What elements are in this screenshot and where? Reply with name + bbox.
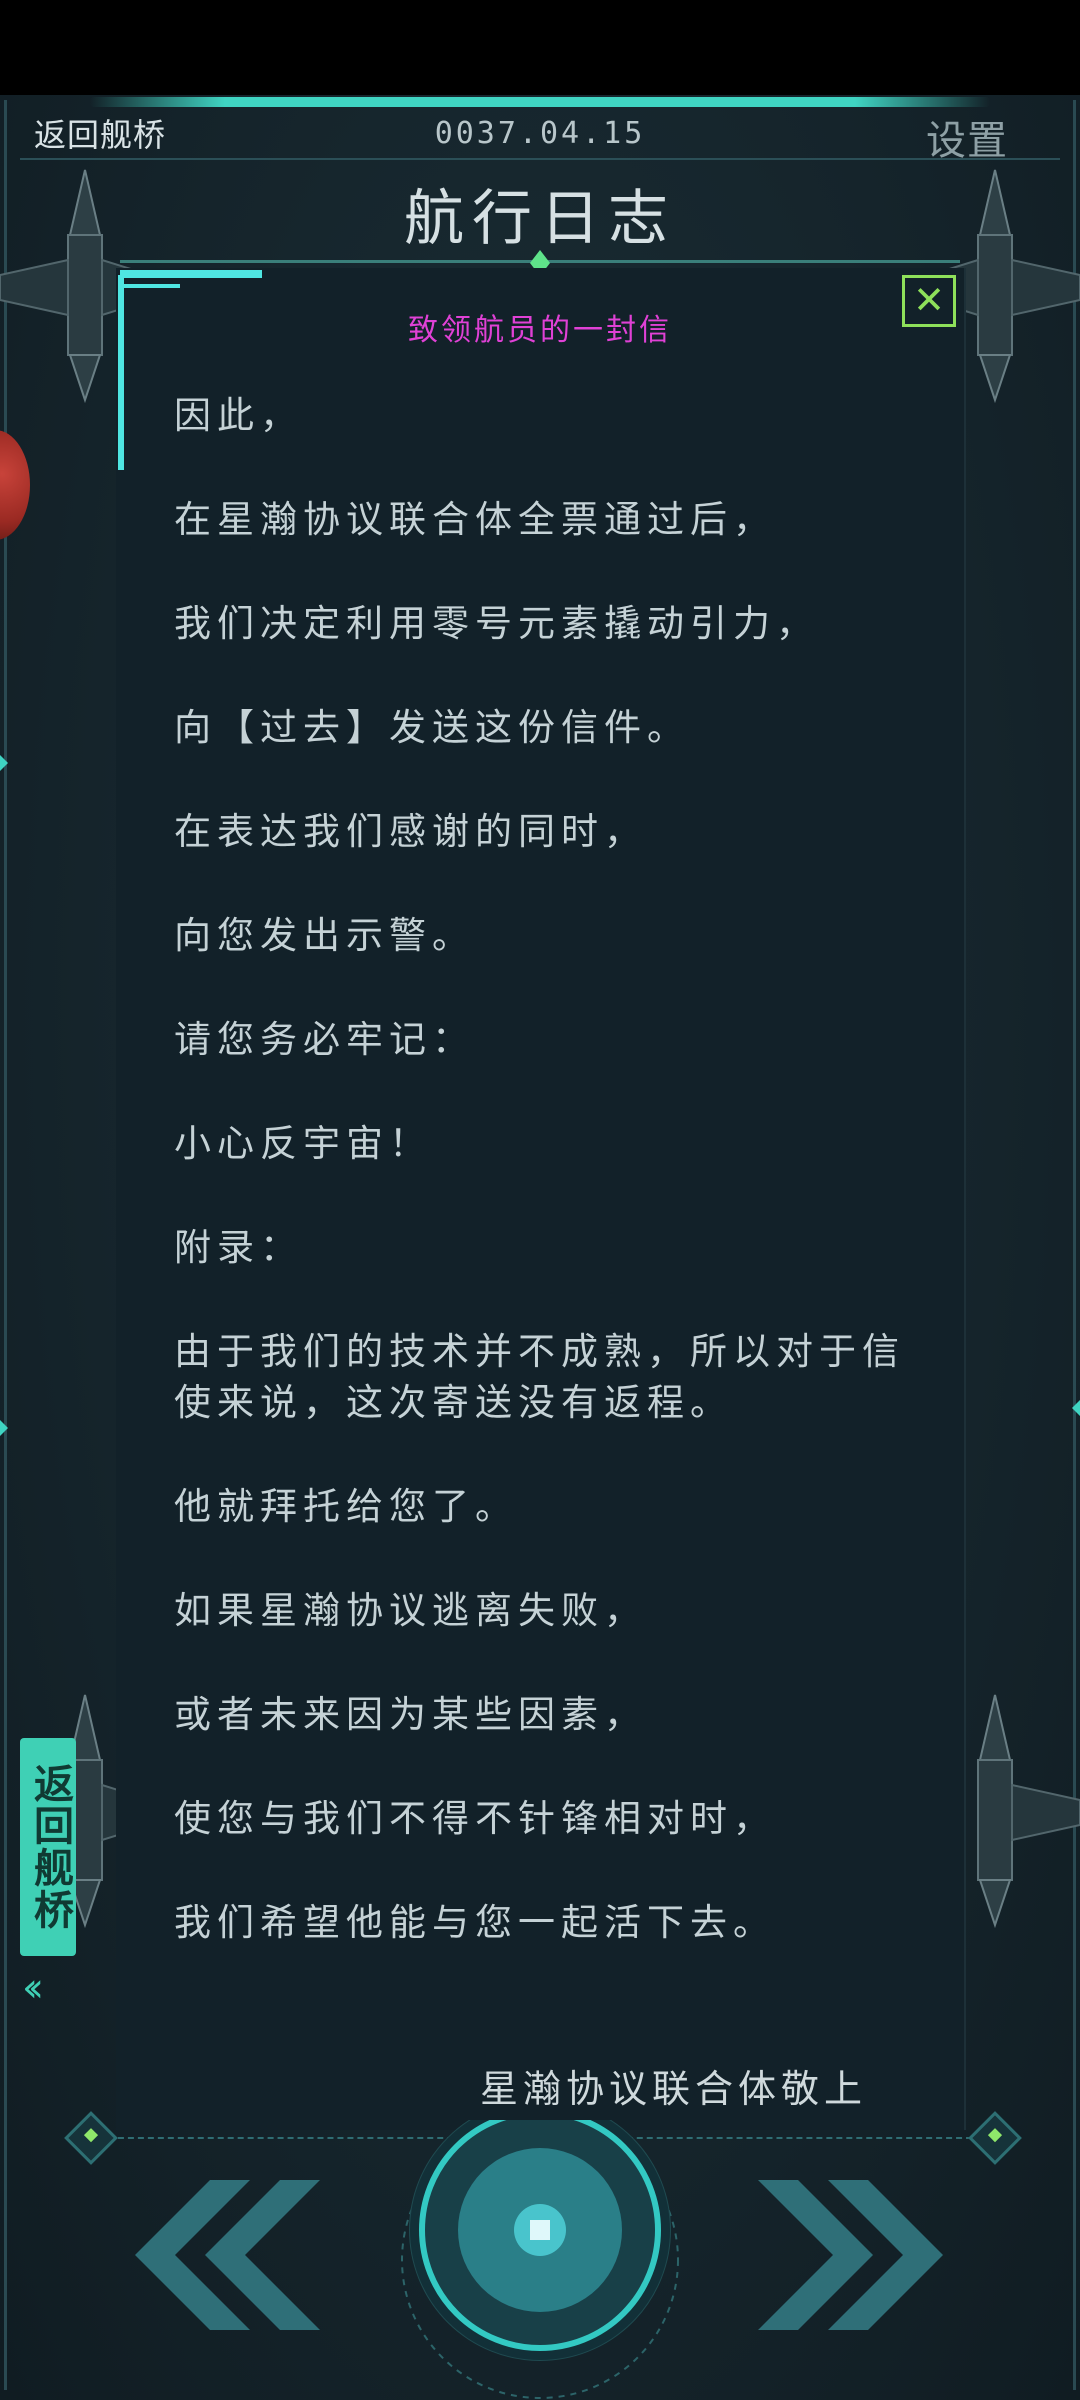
letter-paragraph: 或者未来因为某些因素，	[174, 1693, 647, 1736]
double-chevron-right-icon	[758, 2180, 943, 2330]
letter-paragraph: 小心反宇宙！	[174, 1122, 432, 1165]
side-back-to-bridge-tab[interactable]: 返回舰桥	[20, 1738, 76, 1956]
letter-paragraph: 在星瀚协议联合体全票通过后，	[174, 498, 776, 541]
double-chevron-left-small-icon: ‹‹	[22, 1965, 44, 2011]
letter-signature: 星瀚协议联合体敬上	[480, 2067, 868, 2111]
letter-paragraph: 附录：	[174, 1226, 303, 1269]
letter-paragraph: 他就拜托给您了。	[174, 1485, 518, 1528]
edge-marker-left	[0, 755, 8, 771]
previous-page-button[interactable]	[100, 2180, 320, 2330]
letter-paragraph: 使您与我们不得不针锋相对时，	[174, 1797, 776, 1840]
letter-body: 因此， 在星瀚协议联合体全票通过后， 我们决定利用零号元素撬动引力， 向【过去】…	[174, 390, 914, 1948]
letter-paragraph: 请您务必牢记：	[174, 1018, 475, 1061]
letter-paragraph: 在表达我们感谢的同时，	[174, 810, 647, 853]
page-title: 航行日志	[404, 184, 676, 254]
letter-paragraph: 向您发出示警。	[174, 914, 475, 957]
settings-button[interactable]: 设置	[926, 108, 1008, 166]
center-core-button[interactable]	[400, 2120, 680, 2400]
edge-marker-right	[1072, 1400, 1080, 1416]
double-chevron-left-icon	[135, 2180, 320, 2330]
letter-subtitle: 致领航员的一封信	[408, 313, 672, 348]
letter-paragraph: 向【过去】发送这份信件。	[174, 706, 690, 749]
next-page-button[interactable]	[758, 2180, 978, 2330]
panel-corner-accent	[120, 284, 180, 288]
status-bar	[0, 0, 1080, 95]
frame-edge-right	[1073, 100, 1076, 2390]
letter-paragraph: 我们决定利用零号元素撬动引力，	[174, 602, 819, 645]
header-divider	[20, 158, 1060, 160]
letter-paragraph: 如果星瀚协议逃离失败，	[174, 1589, 647, 1632]
letter-paragraph: 我们希望他能与您一起活下去。	[174, 1901, 776, 1944]
frame-top-bar	[90, 97, 990, 107]
letter-paragraph: 由于我们的技术并不成熟，所以对于信使来说，这次寄送没有返程。	[174, 1330, 905, 1424]
edge-marker-left	[0, 1420, 8, 1436]
letter-paragraph: 因此，	[174, 394, 303, 437]
panel-corner-accent	[120, 270, 262, 278]
date-display: 0037.04.15	[434, 116, 646, 151]
back-to-bridge-link[interactable]: 返回舰桥	[34, 110, 166, 156]
